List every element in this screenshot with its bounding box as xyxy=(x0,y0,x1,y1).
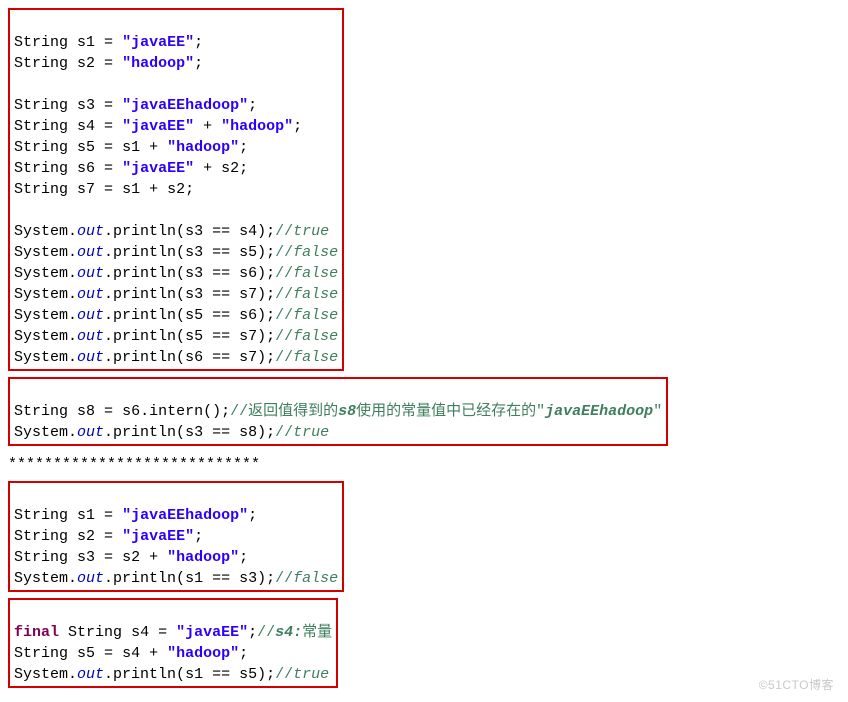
code-block-2: String s8 = s6.intern();//返回值得到的s8使用的常量值… xyxy=(8,377,668,446)
line: System.out.println(s1 == s3);//false xyxy=(14,570,338,587)
line: System.out.println(s1 == s5);//true xyxy=(14,666,329,683)
line: String s3 = s2 + "hadoop"; xyxy=(14,549,248,566)
line: String s1 = "javaEEhadoop"; xyxy=(14,507,257,524)
line: System.out.println(s5 == s6);//false xyxy=(14,307,338,324)
line: final String s4 = "javaEE";//s4:常量 xyxy=(14,624,332,641)
line: String s7 = s1 + s2; xyxy=(14,181,194,198)
line: String s6 = "javaEE" + s2; xyxy=(14,160,248,177)
separator: **************************** xyxy=(8,454,840,475)
code-block-3: String s1 = "javaEEhadoop"; String s2 = … xyxy=(8,481,344,592)
line: System.out.println(s3 == s6);//false xyxy=(14,265,338,282)
watermark: ©51CTO博客 xyxy=(759,675,834,696)
line: String s4 = "javaEE" + "hadoop"; xyxy=(14,118,302,135)
line: String s5 = s1 + "hadoop"; xyxy=(14,139,248,156)
code-block-4: final String s4 = "javaEE";//s4:常量 Strin… xyxy=(8,598,338,688)
line: System.out.println(s6 == s7);//false xyxy=(14,349,338,366)
line: String s1 = "javaEE"; xyxy=(14,34,203,51)
line: String s8 = s6.intern();//返回值得到的s8使用的常量值… xyxy=(14,403,662,420)
line: System.out.println(s3 == s8);//true xyxy=(14,424,329,441)
line: System.out.println(s5 == s7);//false xyxy=(14,328,338,345)
line: String s2 = "javaEE"; xyxy=(14,528,203,545)
line: System.out.println(s3 == s5);//false xyxy=(14,244,338,261)
line: System.out.println(s3 == s4);//true xyxy=(14,223,329,240)
code-block-1: String s1 = "javaEE"; String s2 = "hadoo… xyxy=(8,8,344,371)
line: String s5 = s4 + "hadoop"; xyxy=(14,645,248,662)
line: String s2 = "hadoop"; xyxy=(14,55,203,72)
line: String s3 = "javaEEhadoop"; xyxy=(14,97,257,114)
line: System.out.println(s3 == s7);//false xyxy=(14,286,338,303)
